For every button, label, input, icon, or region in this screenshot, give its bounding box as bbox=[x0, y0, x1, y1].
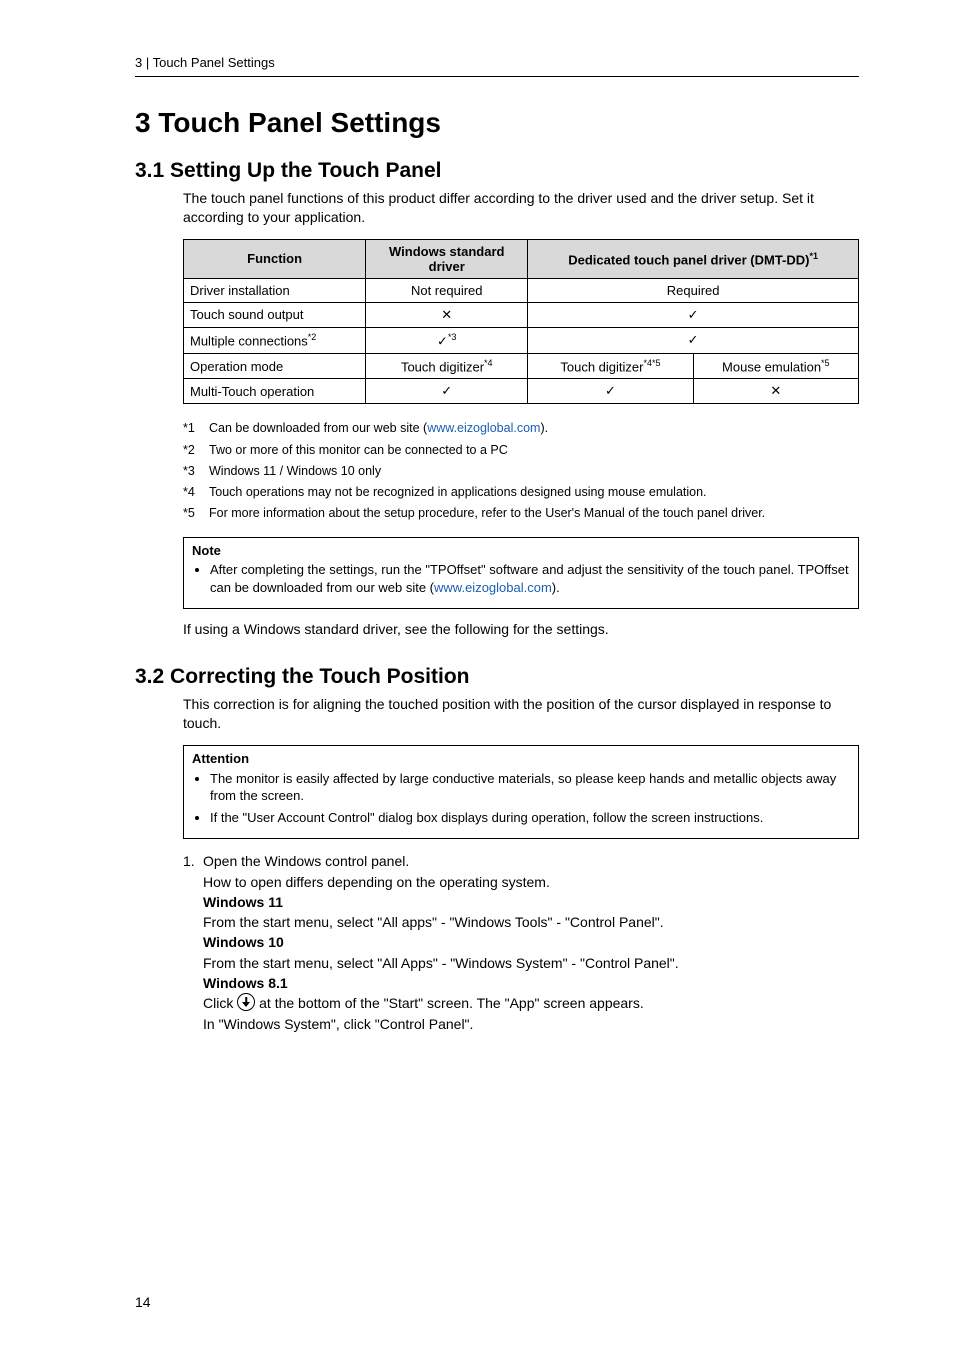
cell: Not required bbox=[366, 278, 528, 302]
windows-81-text-1a: Click bbox=[203, 995, 237, 1011]
cell: Touch digitizer*4*5 bbox=[528, 354, 693, 379]
footnote-post: ). bbox=[540, 421, 548, 435]
table-row: Operation mode Touch digitizer*4 Touch d… bbox=[184, 354, 859, 379]
section-3-1-after: If using a Windows standard driver, see … bbox=[183, 621, 859, 637]
attention-list: The monitor is easily affected by large … bbox=[192, 770, 850, 827]
page-number: 14 bbox=[135, 1294, 151, 1310]
windows-81-text-1b: at the bottom of the "Start" screen. The… bbox=[255, 995, 644, 1011]
note-link[interactable]: www.eizoglobal.com bbox=[434, 580, 552, 595]
windows-81-heading: Windows 8.1 bbox=[203, 975, 288, 991]
windows-81-text-2: In "Windows System", click "Control Pane… bbox=[203, 1014, 859, 1034]
cell: Multiple connections*2 bbox=[184, 327, 366, 353]
steps: 1.Open the Windows control panel. How to… bbox=[183, 851, 859, 1034]
footnote-mark: *1 bbox=[183, 418, 209, 439]
footnote-text: Can be downloaded from our web site (www… bbox=[209, 418, 548, 439]
th-dedicated-driver: Dedicated touch panel driver (DMT-DD)*1 bbox=[528, 239, 859, 278]
step-body: How to open differs depending on the ope… bbox=[203, 872, 859, 1034]
cell-sup: *4 bbox=[484, 358, 493, 368]
cell-sup: *3 bbox=[448, 332, 457, 342]
section-3-1-intro: The touch panel functions of this produc… bbox=[183, 189, 859, 227]
cell-text: Multiple connections bbox=[190, 334, 308, 349]
cell: Touch digitizer*4 bbox=[366, 354, 528, 379]
footnote-mark: *3 bbox=[183, 461, 209, 482]
table-row: Driver installation Not required Require… bbox=[184, 278, 859, 302]
cell: Operation mode bbox=[184, 354, 366, 379]
running-rule bbox=[135, 76, 859, 77]
footnote-mark: *2 bbox=[183, 440, 209, 461]
section-3-1-body: The touch panel functions of this produc… bbox=[183, 189, 859, 637]
cell: Driver installation bbox=[184, 278, 366, 302]
cell: Multi-Touch operation bbox=[184, 379, 366, 404]
table-row: Multiple connections*2 ✓*3 ✓ bbox=[184, 327, 859, 353]
footnote-5: *5 For more information about the setup … bbox=[183, 503, 859, 524]
attention-item: If the "User Account Control" dialog box… bbox=[210, 809, 850, 827]
section-3-2-intro: This correction is for aligning the touc… bbox=[183, 695, 859, 733]
cell-sup: *2 bbox=[308, 332, 317, 342]
table-row: Touch sound output ✕ ✓ bbox=[184, 302, 859, 327]
th-windows-standard: Windows standard driver bbox=[366, 239, 528, 278]
footnote-text: Two or more of this monitor can be conne… bbox=[209, 440, 508, 461]
windows-10-text: From the start menu, select "All Apps" -… bbox=[203, 953, 859, 973]
footnote-4: *4 Touch operations may not be recognize… bbox=[183, 482, 859, 503]
running-head: 3 | Touch Panel Settings bbox=[135, 55, 859, 70]
windows-11-text: From the start menu, select "All apps" -… bbox=[203, 912, 859, 932]
note-post: ). bbox=[552, 580, 560, 595]
down-arrow-circle-icon bbox=[237, 993, 255, 1011]
section-3-2-title: 3.2 Correcting the Touch Position bbox=[135, 665, 859, 689]
cell: ✕ bbox=[693, 379, 858, 404]
footnote-text: Windows 11 / Windows 10 only bbox=[209, 461, 381, 482]
windows-10-heading: Windows 10 bbox=[203, 934, 284, 950]
cell: ✕ bbox=[366, 302, 528, 327]
footnote-mark: *4 bbox=[183, 482, 209, 503]
cell: Mouse emulation*5 bbox=[693, 354, 858, 379]
cell-text: Touch digitizer bbox=[560, 359, 643, 374]
page: 3 | Touch Panel Settings 3 Touch Panel S… bbox=[0, 0, 954, 1350]
footnote-mark: *5 bbox=[183, 503, 209, 524]
touch-panel-table: Function Windows standard driver Dedicat… bbox=[183, 239, 859, 405]
footnote-text: Touch operations may not be recognized i… bbox=[209, 482, 707, 503]
table-header-row: Function Windows standard driver Dedicat… bbox=[184, 239, 859, 278]
cell-text: ✓ bbox=[437, 333, 448, 348]
windows-11-heading: Windows 11 bbox=[203, 894, 283, 910]
section-3-2-body: This correction is for aligning the touc… bbox=[183, 695, 859, 1034]
table-row: Multi-Touch operation ✓ ✓ ✕ bbox=[184, 379, 859, 404]
step-line: How to open differs depending on the ope… bbox=[203, 872, 859, 892]
attention-heading: Attention bbox=[192, 750, 850, 768]
th-dedicated-driver-sup: *1 bbox=[809, 251, 818, 261]
note-item: After completing the settings, run the "… bbox=[210, 561, 850, 596]
cell: ✓ bbox=[366, 379, 528, 404]
cell-text: Touch digitizer bbox=[401, 359, 484, 374]
cell: ✓ bbox=[528, 379, 693, 404]
cell: ✓ bbox=[528, 327, 859, 353]
cell-sup: *4*5 bbox=[643, 358, 660, 368]
step-1: 1.Open the Windows control panel. How to… bbox=[183, 851, 859, 1034]
cell: Required bbox=[528, 278, 859, 302]
section-3-title: 3 Touch Panel Settings bbox=[135, 107, 859, 139]
attention-item: The monitor is easily affected by large … bbox=[210, 770, 850, 805]
footnote-pre: Can be downloaded from our web site ( bbox=[209, 421, 427, 435]
cell: ✓ bbox=[528, 302, 859, 327]
th-function: Function bbox=[184, 239, 366, 278]
windows-81-text-1: Click at the bottom of the "Start" scree… bbox=[203, 993, 859, 1013]
section-3-1-title: 3.1 Setting Up the Touch Panel bbox=[135, 159, 859, 183]
footnote-3: *3 Windows 11 / Windows 10 only bbox=[183, 461, 859, 482]
footnote-2: *2 Two or more of this monitor can be co… bbox=[183, 440, 859, 461]
note-box: Note After completing the settings, run … bbox=[183, 537, 859, 610]
cell-sup: *5 bbox=[821, 358, 830, 368]
cell: Touch sound output bbox=[184, 302, 366, 327]
attention-box: Attention The monitor is easily affected… bbox=[183, 745, 859, 839]
footnotes: *1 Can be downloaded from our web site (… bbox=[183, 418, 859, 524]
note-heading: Note bbox=[192, 542, 850, 560]
footnote-text: For more information about the setup pro… bbox=[209, 503, 765, 524]
step-line: Open the Windows control panel. bbox=[203, 853, 409, 869]
th-dedicated-driver-text: Dedicated touch panel driver (DMT-DD) bbox=[568, 252, 809, 267]
footnote-link[interactable]: www.eizoglobal.com bbox=[427, 421, 540, 435]
footnote-1: *1 Can be downloaded from our web site (… bbox=[183, 418, 859, 439]
step-number: 1. bbox=[183, 851, 203, 871]
cell-text: Mouse emulation bbox=[722, 359, 821, 374]
note-list: After completing the settings, run the "… bbox=[192, 561, 850, 596]
cell: ✓*3 bbox=[366, 327, 528, 353]
